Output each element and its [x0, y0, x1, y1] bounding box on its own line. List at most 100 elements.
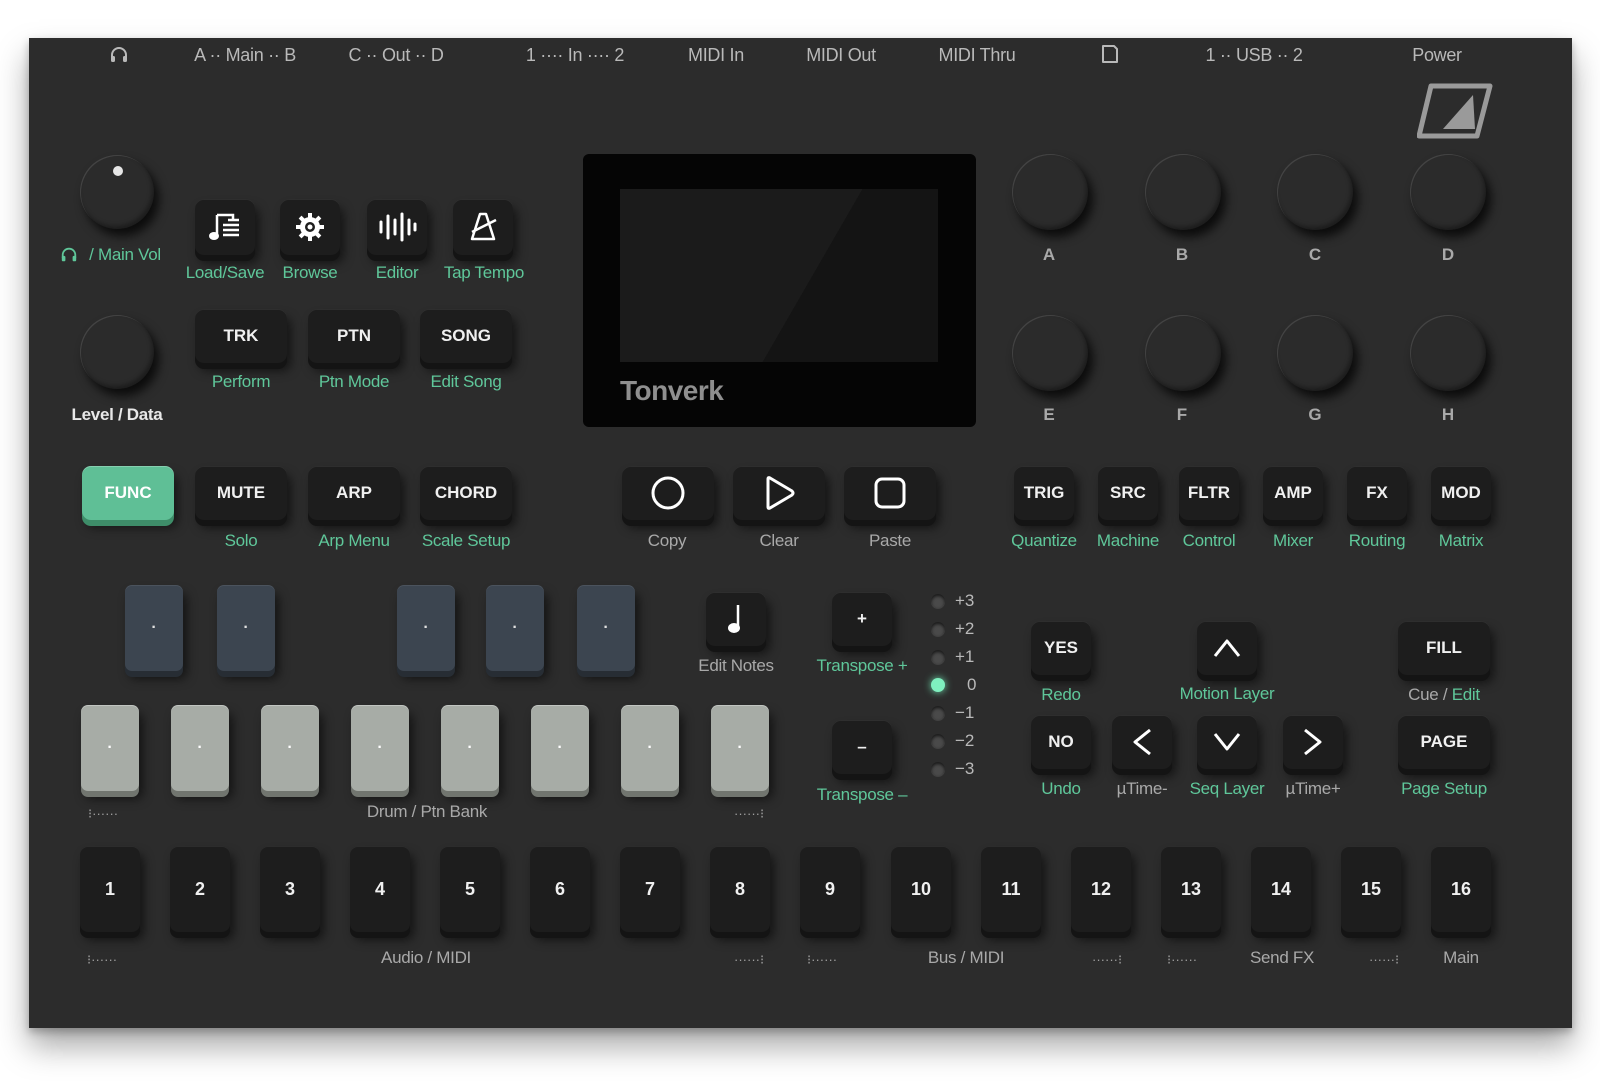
step-button[interactable]: 5: [440, 846, 500, 932]
key-pad-grey[interactable]: ·: [531, 705, 589, 791]
amp-button[interactable]: AMP: [1263, 466, 1323, 520]
knob-c[interactable]: [1277, 154, 1353, 230]
ptn-button[interactable]: PTN: [308, 309, 400, 363]
send-fx-bracket-start: ⁝······: [1167, 952, 1198, 967]
bus-midi-label: Bus / MIDI: [927, 948, 1005, 967]
knob-d[interactable]: [1410, 154, 1486, 230]
song-button[interactable]: SONG: [420, 309, 512, 363]
edit-notes-button[interactable]: [706, 592, 766, 646]
trig-button[interactable]: TRIG: [1014, 466, 1074, 520]
arp-button[interactable]: ARP: [308, 466, 400, 520]
step-button[interactable]: 3: [260, 846, 320, 932]
step-button[interactable]: 11: [981, 846, 1041, 932]
load-save-button[interactable]: [195, 199, 255, 255]
no-button[interactable]: NO: [1031, 715, 1091, 769]
bus-midi-bracket-end: ······⁝: [1092, 952, 1123, 967]
key-pad-grey[interactable]: ·: [81, 705, 139, 791]
quantize-label: Quantize: [1011, 531, 1077, 550]
port-usb: 1 ·· USB ·· 2: [1205, 45, 1303, 65]
key-pad-grey[interactable]: ·: [621, 705, 679, 791]
knob-f[interactable]: [1145, 315, 1221, 391]
step-button[interactable]: 1: [80, 846, 140, 932]
transpose-minus-label: Transpose –: [816, 785, 908, 804]
knob-g[interactable]: [1277, 315, 1353, 391]
page-button[interactable]: PAGE: [1398, 715, 1490, 769]
step-button[interactable]: 9: [800, 846, 860, 932]
key-pad-blue[interactable]: ·: [577, 585, 635, 671]
utime-minus-label: µTime-: [1116, 779, 1168, 798]
step-button[interactable]: 2: [170, 846, 230, 932]
right-arrow-button[interactable]: [1283, 715, 1343, 769]
chevron-right-icon: [1302, 727, 1324, 757]
trk-button[interactable]: TRK: [195, 309, 287, 363]
transpose-minus-button[interactable]: –: [832, 720, 892, 774]
down-arrow-button[interactable]: [1197, 715, 1257, 769]
paste-label: Paste: [869, 531, 911, 550]
key-pad-grey[interactable]: ·: [711, 705, 769, 791]
step-button[interactable]: 16: [1431, 846, 1491, 932]
headphones-icon: [109, 45, 129, 65]
machine-label: Machine: [1096, 531, 1160, 550]
send-fx-bracket-end: ······⁝: [1369, 952, 1400, 967]
main-vol-knob[interactable]: [80, 155, 154, 229]
yes-button[interactable]: YES: [1031, 621, 1091, 675]
knob-b[interactable]: [1145, 154, 1221, 230]
knob-h-label: H: [1441, 405, 1455, 424]
step-button[interactable]: 14: [1251, 846, 1311, 932]
knob-h[interactable]: [1410, 315, 1486, 391]
step-button[interactable]: 8: [710, 846, 770, 932]
src-button[interactable]: SRC: [1098, 466, 1158, 520]
matrix-label: Matrix: [1438, 531, 1484, 550]
key-pad-blue[interactable]: ·: [125, 585, 183, 671]
tap-tempo-label: Tap Tempo: [443, 263, 525, 282]
key-pad-grey[interactable]: ·: [351, 705, 409, 791]
mute-button[interactable]: MUTE: [195, 466, 287, 520]
audio-midi-bracket-start: ⁝······: [87, 952, 118, 967]
tap-tempo-button[interactable]: [453, 199, 513, 255]
record-button[interactable]: [622, 466, 714, 520]
key-pad-grey[interactable]: ·: [441, 705, 499, 791]
main-vol-label: / Main Vol: [89, 245, 161, 264]
fx-button[interactable]: FX: [1347, 466, 1407, 520]
display-bezel: Tonverk: [583, 154, 976, 427]
func-button[interactable]: FUNC: [82, 466, 174, 520]
editor-label: Editor: [375, 263, 419, 282]
editor-button[interactable]: [367, 199, 427, 255]
copy-label: Copy: [647, 531, 687, 550]
transpose-plus-label: Transpose +: [816, 656, 908, 675]
play-button[interactable]: [733, 466, 825, 520]
octave-led-plus1: [931, 650, 945, 664]
step-button[interactable]: 7: [620, 846, 680, 932]
chord-button[interactable]: CHORD: [420, 466, 512, 520]
fill-button[interactable]: FILL: [1398, 621, 1490, 675]
scale-setup-label: Scale Setup: [421, 531, 511, 550]
knob-e-label: E: [1043, 405, 1055, 424]
step-button[interactable]: 10: [891, 846, 951, 932]
cue-edit-label: Cue / Edit: [1408, 685, 1480, 705]
stop-button[interactable]: [844, 466, 936, 520]
step-button[interactable]: 13: [1161, 846, 1221, 932]
knob-a[interactable]: [1012, 154, 1088, 230]
key-pad-grey[interactable]: ·: [261, 705, 319, 791]
level-data-knob[interactable]: [80, 315, 154, 389]
pad-dot: ·: [107, 739, 113, 756]
fltr-button[interactable]: FLTR: [1179, 466, 1239, 520]
waveform-icon: [377, 211, 417, 243]
step-button[interactable]: 6: [530, 846, 590, 932]
key-pad-grey[interactable]: ·: [171, 705, 229, 791]
step-button[interactable]: 15: [1341, 846, 1401, 932]
mod-button[interactable]: MOD: [1431, 466, 1491, 520]
key-pad-blue[interactable]: ·: [217, 585, 275, 671]
transpose-plus-button[interactable]: +: [832, 592, 892, 646]
pad-dot: ·: [737, 739, 743, 756]
screen-brand: Tonverk: [620, 375, 724, 406]
knob-e[interactable]: [1012, 315, 1088, 391]
step-button[interactable]: 4: [350, 846, 410, 932]
left-arrow-button[interactable]: [1112, 715, 1172, 769]
up-arrow-button[interactable]: [1197, 621, 1257, 675]
browse-button[interactable]: [280, 199, 340, 255]
pad-dot: ·: [287, 739, 293, 756]
key-pad-blue[interactable]: ·: [397, 585, 455, 671]
step-button[interactable]: 12: [1071, 846, 1131, 932]
key-pad-blue[interactable]: ·: [486, 585, 544, 671]
